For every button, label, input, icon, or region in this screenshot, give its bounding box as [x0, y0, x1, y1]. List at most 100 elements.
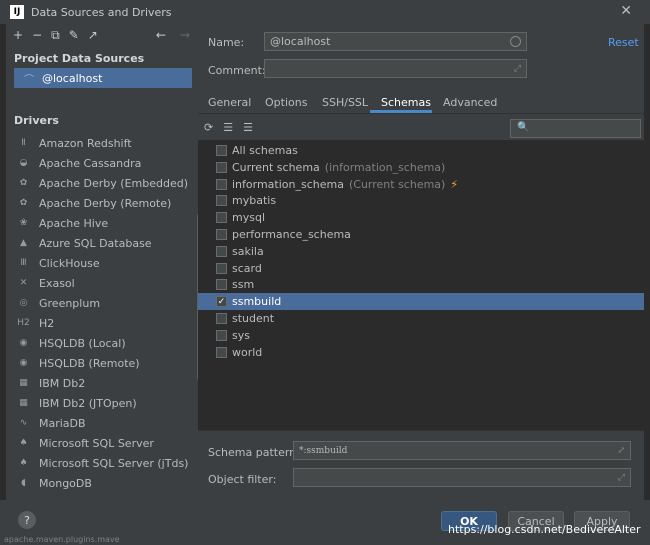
- object-filter-field[interactable]: ⤢: [293, 468, 631, 487]
- schema-checkbox[interactable]: [216, 329, 227, 341]
- driver-item[interactable]: ▲ Azure SQL Database: [6, 233, 198, 253]
- driver-item[interactable]: ∿ MariaDB: [6, 413, 198, 433]
- background-editor-text: apache.maven.plugins.mave: [4, 535, 120, 544]
- name-field[interactable]: @localhost: [264, 32, 527, 51]
- schema-checkbox[interactable]: [216, 279, 227, 291]
- schema-row[interactable]: mysql: [198, 209, 644, 226]
- schema-row[interactable]: information_schema (Current schema) ⚡: [198, 176, 644, 193]
- driver-item[interactable]: ✕ Exasol: [6, 273, 198, 293]
- schema-search-input[interactable]: 🔍: [510, 119, 641, 138]
- reset-link[interactable]: Reset: [608, 36, 639, 49]
- tab-advanced[interactable]: Advanced: [443, 96, 497, 109]
- schema-checkbox[interactable]: ✓: [216, 296, 227, 308]
- driver-item[interactable]: ◉ HSQLDB (Local): [6, 333, 198, 353]
- collapse-all-icon[interactable]: ☰: [243, 121, 253, 134]
- driver-item[interactable]: ♠ Microsoft SQL Server (jTds): [6, 453, 198, 473]
- schema-row[interactable]: ✓ ssmbuild: [198, 293, 644, 311]
- expand-icon[interactable]: ⤢: [618, 473, 625, 483]
- schema-checkbox[interactable]: [216, 245, 227, 257]
- schema-label: ssm: [232, 278, 255, 292]
- tab-ssh-ssl[interactable]: SSH/SSL: [322, 96, 368, 109]
- back-arrow-icon[interactable]: ←: [156, 28, 166, 42]
- schema-checkbox[interactable]: [216, 178, 227, 190]
- schema-checkbox[interactable]: [216, 229, 227, 240]
- expand-icon[interactable]: ⤢: [514, 64, 521, 74]
- schema-row[interactable]: All schemas: [198, 142, 644, 159]
- schema-row[interactable]: performance_schema: [198, 226, 644, 243]
- remove-icon[interactable]: −: [32, 28, 42, 42]
- help-icon[interactable]: ?: [18, 511, 36, 529]
- schema-pattern-value: *:ssmbuild: [299, 445, 348, 456]
- schema-row[interactable]: sys: [198, 327, 644, 344]
- driver-icon: Ⅲ: [20, 258, 27, 268]
- driver-item[interactable]: Ⅲ ClickHouse: [6, 253, 198, 273]
- schema-pattern-field[interactable]: *:ssmbuild ⤢: [293, 441, 631, 460]
- schema-checkbox[interactable]: [216, 346, 227, 358]
- schema-row[interactable]: student: [198, 310, 644, 327]
- forward-arrow-icon[interactable]: →: [180, 28, 190, 42]
- schema-row[interactable]: mybatis: [198, 192, 644, 209]
- add-icon[interactable]: +: [13, 28, 23, 42]
- driver-icon: ◉: [19, 338, 28, 348]
- driver-item[interactable]: ♠ Microsoft SQL Server: [6, 433, 198, 453]
- refresh-icon[interactable]: ⟳: [204, 121, 213, 134]
- schema-label: All schemas: [232, 144, 298, 157]
- schema-checkbox[interactable]: [216, 161, 227, 173]
- tab-options[interactable]: Options: [265, 96, 307, 109]
- driver-label: Microsoft SQL Server (jTds): [39, 456, 189, 470]
- driver-label: MongoDB: [39, 476, 92, 490]
- driver-item[interactable]: ❀ Apache Hive: [6, 213, 198, 233]
- schema-checkbox[interactable]: [216, 195, 227, 207]
- name-label: Name:: [208, 36, 245, 49]
- driver-icon: ∿: [19, 418, 28, 428]
- driver-label: ClickHouse: [39, 256, 100, 270]
- search-icon: 🔍: [517, 122, 530, 133]
- tab-schemas[interactable]: Schemas: [381, 96, 431, 109]
- schema-list: All schemas Current schema (information_sc…: [198, 140, 644, 430]
- driver-item[interactable]: H2 H2: [6, 313, 198, 333]
- schema-row[interactable]: sakila: [198, 243, 644, 260]
- tab-bar: General Options SSH/SSL Schemas Advanced: [198, 88, 644, 114]
- driver-label: HSQLDB (Local): [39, 336, 126, 350]
- driver-label: MariaDB: [39, 416, 86, 430]
- driver-label: Microsoft SQL Server: [39, 436, 154, 450]
- schema-checkbox[interactable]: [216, 145, 227, 156]
- schema-row[interactable]: scard: [198, 260, 644, 277]
- expand-all-icon[interactable]: ☰: [223, 121, 233, 134]
- close-icon[interactable]: ✕: [620, 3, 632, 19]
- driver-item[interactable]: Ⅱ Amazon Redshift: [6, 133, 198, 153]
- driver-icon: ▦: [19, 378, 28, 388]
- schema-row[interactable]: Current schema (information_schema): [198, 159, 644, 176]
- schema-row[interactable]: world: [198, 344, 644, 361]
- driver-item[interactable]: ▦ IBM Db2: [6, 373, 198, 393]
- expand-icon[interactable]: ⤢: [617, 446, 625, 456]
- driver-item[interactable]: ✿ Apache Derby (Embedded): [6, 173, 198, 193]
- duplicate-icon[interactable]: ⧉: [51, 28, 60, 43]
- schema-toolbar: ⟳ ☰ ☰: [204, 121, 253, 134]
- schema-note: (information_schema): [324, 160, 446, 174]
- schema-row[interactable]: ssm: [198, 276, 644, 293]
- schema-label: performance_schema: [232, 228, 351, 241]
- schema-checkbox[interactable]: [216, 262, 227, 274]
- schema-checkbox[interactable]: [216, 212, 227, 224]
- comment-field[interactable]: ⤢: [264, 59, 527, 78]
- driver-label: Greenplum: [39, 296, 101, 310]
- driver-item[interactable]: ◎ Greenplum: [6, 293, 198, 313]
- driver-label: H2: [39, 316, 55, 330]
- driver-item[interactable]: ▦ IBM Db2 (JTOpen): [6, 393, 198, 413]
- title-bar: IJ Data Sources and Drivers ✕: [0, 0, 650, 24]
- data-source-localhost[interactable]: ⌒ @localhost: [14, 68, 192, 88]
- driver-item[interactable]: ◒ Apache Cassandra: [6, 153, 198, 173]
- object-filter-label: Object filter:: [208, 473, 277, 486]
- driver-item[interactable]: ◖ MongoDB: [6, 473, 198, 493]
- schema-label: mysql: [232, 211, 265, 225]
- wrench-icon[interactable]: ✎: [69, 28, 79, 42]
- jump-icon[interactable]: ↗: [88, 28, 98, 42]
- driver-icon: ❀: [19, 218, 28, 228]
- schema-checkbox[interactable]: [216, 313, 227, 324]
- data-source-label: @localhost: [42, 71, 103, 85]
- driver-item[interactable]: ✿ Apache Derby (Remote): [6, 193, 198, 213]
- driver-icon: ◖: [21, 478, 26, 488]
- tab-general[interactable]: General: [208, 96, 251, 109]
- driver-item[interactable]: ◉ HSQLDB (Remote): [6, 353, 198, 373]
